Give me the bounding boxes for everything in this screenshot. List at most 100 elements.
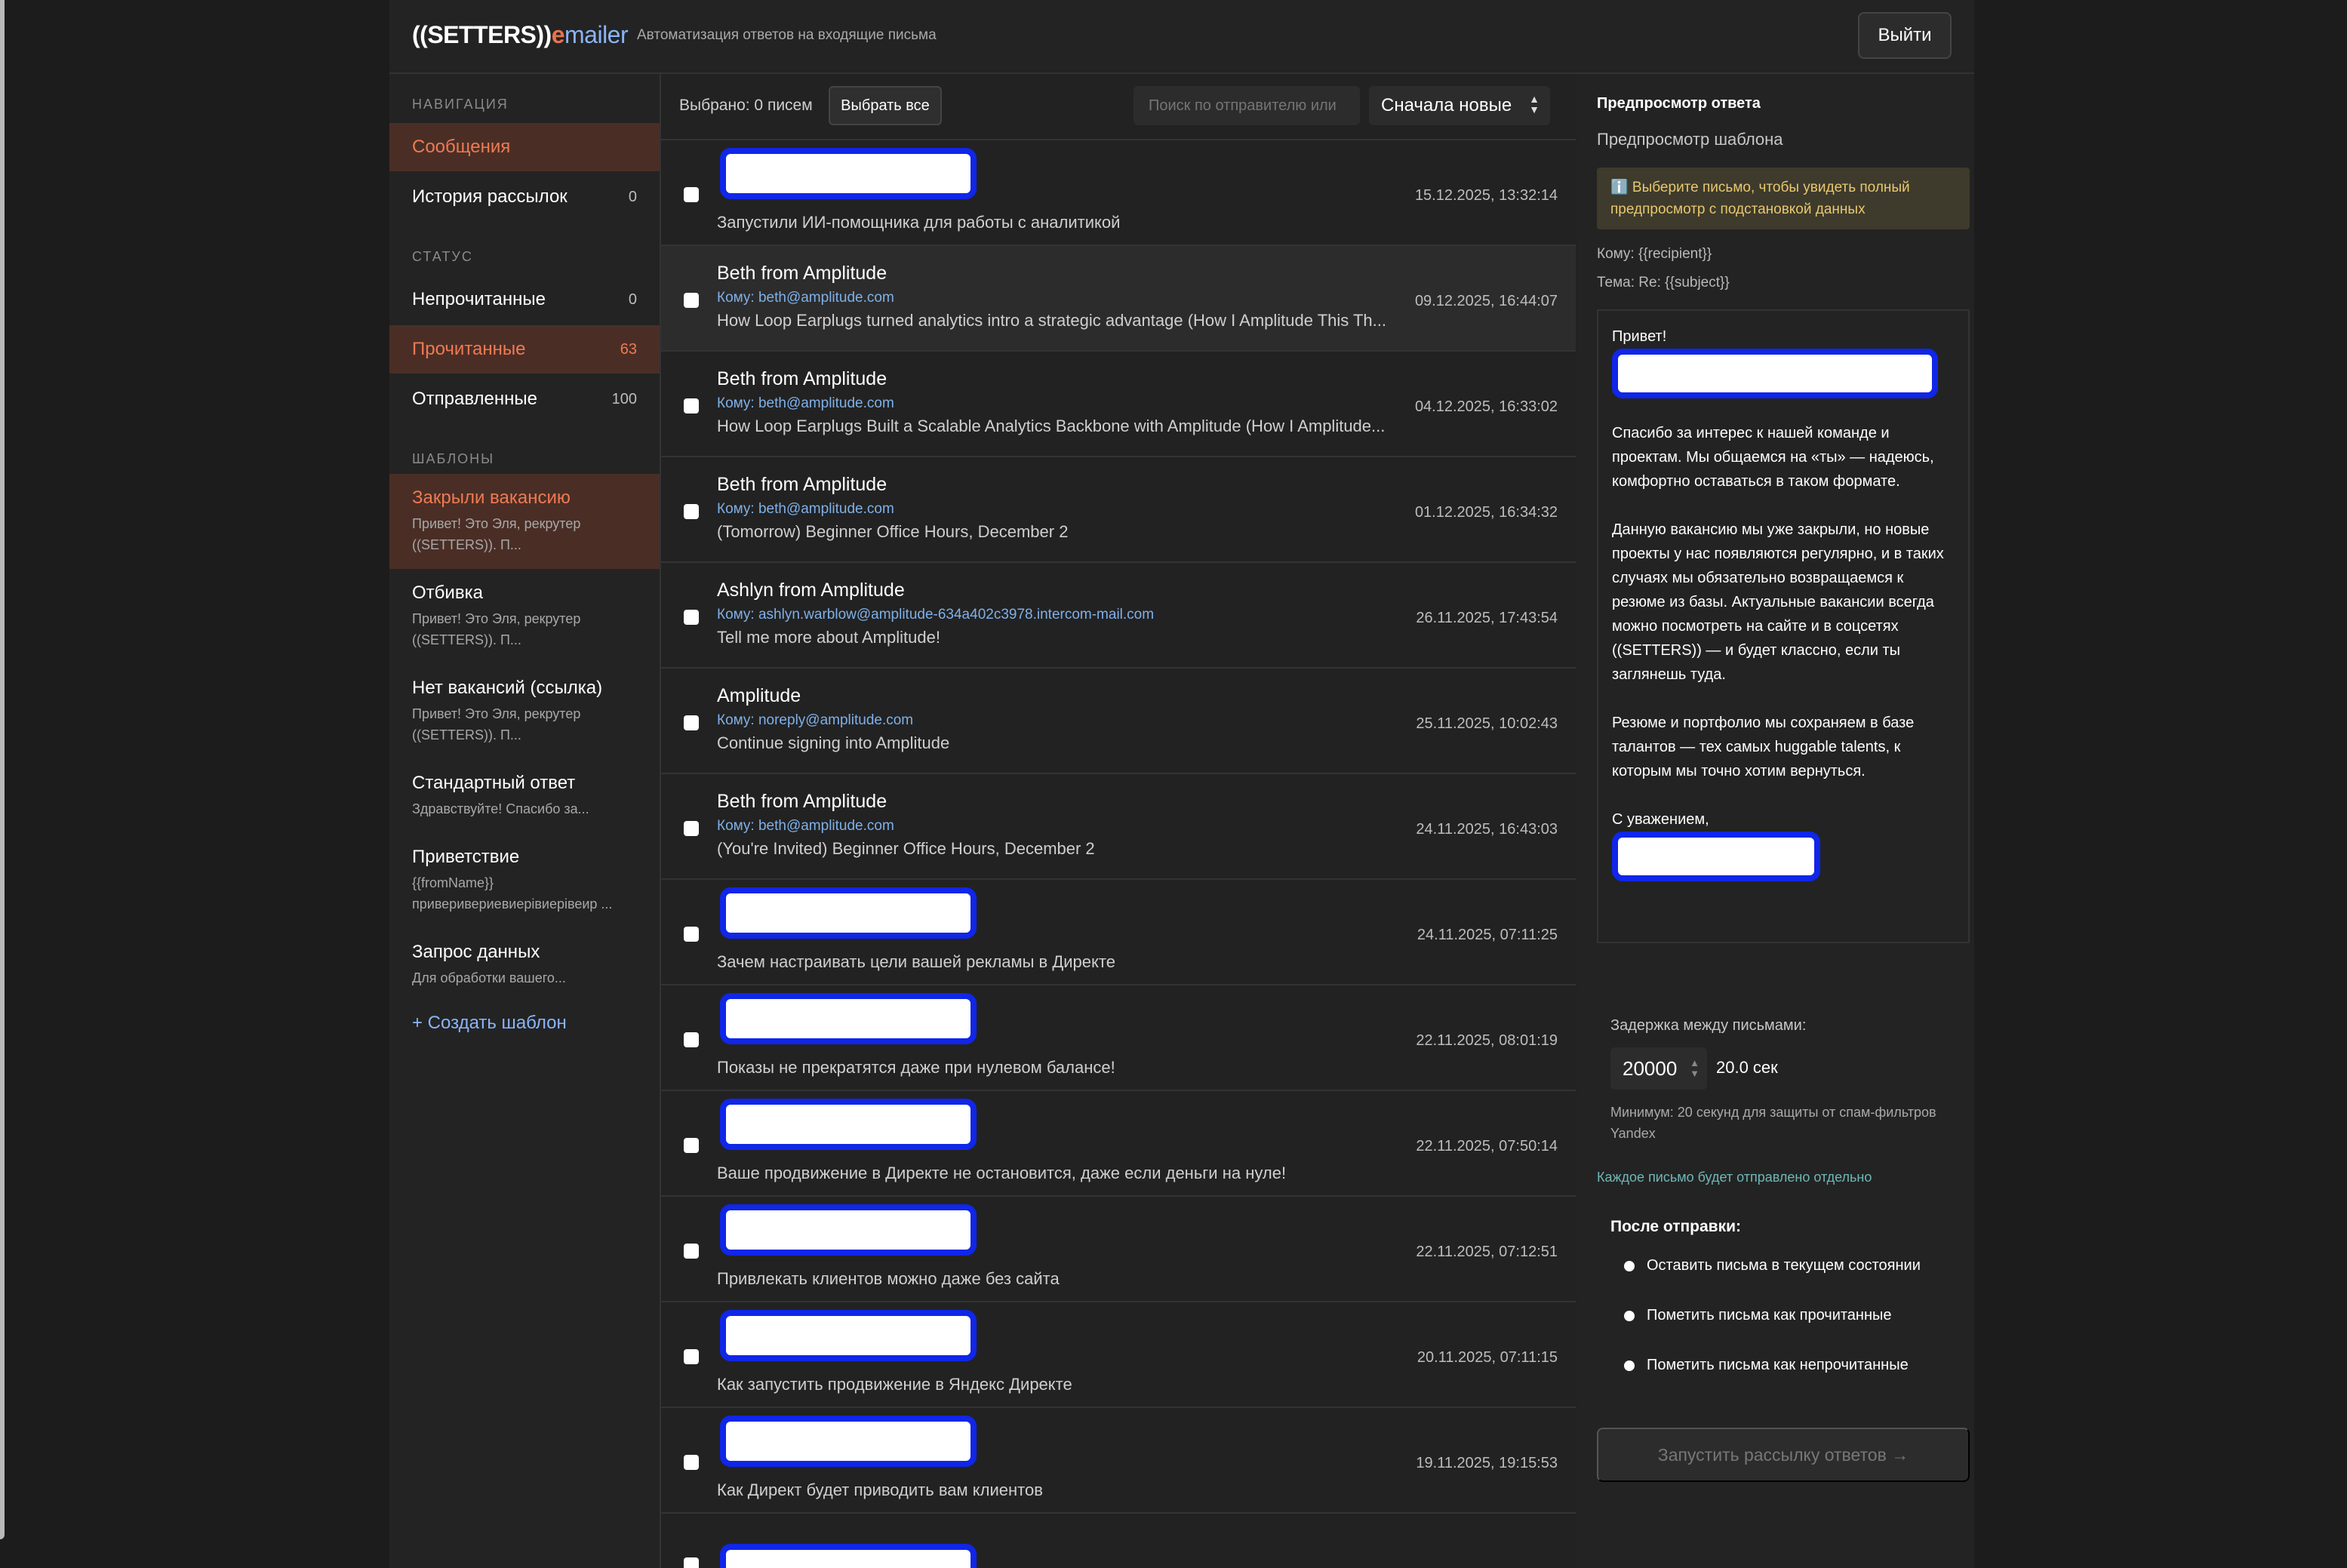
list-item[interactable]: Beth from Amplitude Кому: beth@amplitude… (661, 457, 1576, 563)
header: ((SETTERS))emailer Автоматизация ответов… (389, 0, 1974, 74)
preview-subtitle: Предпросмотр шаблона (1597, 130, 1783, 149)
list-item[interactable]: Привлекать клиентов можно даже без сайта… (661, 1197, 1576, 1302)
info-banner: ℹ️ Выберите письмо, чтобы увидеть полный… (1597, 168, 1970, 229)
list-item[interactable]: Ashlyn from Amplitude Кому: ashlyn.warbl… (661, 563, 1576, 669)
message-list: Выбрано: 0 писем Выбрать все Сначала нов… (661, 74, 1576, 1568)
letter-paragraph: Данную вакансию мы уже закрыли, но новые… (1612, 521, 1944, 683)
select-all-button[interactable]: Выбрать все (829, 86, 942, 125)
row-date: 20.11.2025, 07:11:15 (1417, 1349, 1558, 1366)
app-window: ((SETTERS))emailer Автоматизация ответов… (389, 0, 1974, 1568)
redacted-sender (720, 1416, 977, 1467)
logout-button[interactable]: Выйти (1858, 12, 1952, 59)
history-count: 0 (628, 188, 637, 205)
row-checkbox[interactable] (684, 187, 699, 202)
list-item[interactable]: Beth from Amplitude Кому: beth@amplitude… (661, 352, 1576, 457)
template-name: Стандартный ответ (412, 773, 576, 793)
logo: ((SETTERS))emailer (412, 21, 629, 48)
letter-greeting: Привет! (1612, 328, 1667, 345)
row-checkbox[interactable] (684, 1349, 699, 1364)
radio-mark-read[interactable]: Пометить письма как прочитанные (1624, 1307, 1892, 1324)
template-item[interactable]: Приветствие {{fromName}} приверивериевие… (389, 833, 660, 928)
row-checkbox[interactable] (684, 1455, 699, 1470)
list-toolbar: Выбрано: 0 писем Выбрать все Сначала нов… (661, 74, 1576, 140)
row-recipient: Кому: beth@amplitude.com (717, 395, 894, 411)
template-item[interactable]: Запрос данных Для обработки вашего... (389, 928, 660, 1002)
delay-input[interactable]: 20000 ▲ ▼ (1610, 1047, 1707, 1090)
unread-count: 0 (628, 291, 637, 308)
row-recipient: Кому: beth@amplitude.com (717, 501, 894, 517)
delay-value: 20000 (1623, 1056, 1678, 1080)
delay-label: Задержка между письмами: (1610, 1017, 1807, 1034)
row-checkbox[interactable] (684, 504, 699, 519)
preview-subject: Тема: Re: {{subject}} (1597, 275, 1730, 291)
letter-body: Привет! Спасибо за интерес к нашей коман… (1597, 309, 1970, 943)
row-recipient: Кому: noreply@amplitude.com (717, 712, 914, 728)
row-sender: Ashlyn from Amplitude (717, 580, 905, 601)
row-checkbox[interactable] (684, 1244, 699, 1259)
row-subject: (Tomorrow) Beginner Office Hours, Decemb… (717, 522, 1069, 541)
sidebar-item-unread[interactable]: Непрочитанные 0 (389, 275, 660, 324)
row-date: 04.12.2025, 16:33:02 (1414, 398, 1558, 415)
template-item[interactable]: Нет вакансий (ссылка) Привет! Это Эля, р… (389, 664, 660, 759)
sidebar-item-read[interactable]: Прочитанные 63 (389, 325, 660, 374)
template-item[interactable]: Закрыли вакансию Привет! Это Эля, рекрут… (389, 474, 660, 569)
radio-dot-icon (1624, 1360, 1635, 1371)
template-item[interactable]: Стандартный ответ Здравствуйте! Спасибо … (389, 759, 660, 833)
sort-select[interactable]: Сначала новые ▲ ▼ (1369, 86, 1550, 125)
launch-button[interactable]: Запустить рассылку ответов → (1597, 1428, 1970, 1482)
redacted-sender (720, 993, 977, 1044)
row-checkbox[interactable] (684, 398, 699, 414)
list-item[interactable]: Как запустить продвижение в Яндекс Дирек… (661, 1302, 1576, 1408)
row-checkbox[interactable] (684, 1032, 699, 1047)
after-send-title: После отправки: (1610, 1218, 1742, 1235)
row-subject: Continue signing into Amplitude (717, 733, 950, 752)
nav-section-title: НАВИГАЦИЯ (412, 97, 509, 112)
row-date: 15.12.2025, 13:32:14 (1414, 187, 1558, 204)
row-sender: Beth from Amplitude (717, 263, 887, 284)
row-checkbox[interactable] (684, 1557, 699, 1568)
window-edge (0, 0, 5, 1539)
list-item[interactable]: Показы не прекратятся даже при нулевом б… (661, 985, 1576, 1091)
row-recipient: Кому: beth@amplitude.com (717, 290, 894, 306)
row-subject: Показы не прекратятся даже при нулевом б… (717, 1058, 1115, 1077)
letter-signoff: С уважением, (1612, 811, 1709, 828)
list-item[interactable]: Запустили ИИ-помощника для работы с анал… (661, 140, 1576, 246)
row-checkbox[interactable] (684, 293, 699, 308)
redacted-signature (1612, 832, 1820, 881)
list-item[interactable]: Beth from Amplitude Кому: beth@amplitude… (661, 246, 1576, 352)
create-template-link[interactable]: + Создать шаблон (412, 1013, 567, 1034)
list-item[interactable]: Как Директ будет приводить вам клиентов … (661, 1408, 1576, 1514)
row-date: 25.11.2025, 10:02:43 (1416, 715, 1558, 732)
row-date: 22.11.2025, 07:12:51 (1416, 1244, 1558, 1260)
row-checkbox[interactable] (684, 610, 699, 625)
radio-keep-state[interactable]: Оставить письма в текущем состоянии (1624, 1257, 1921, 1274)
row-sender: Beth from Amplitude (717, 368, 887, 389)
list-item[interactable]: Зачем настраивать цели вашей рекламы в Д… (661, 880, 1576, 985)
preview-to: Кому: {{recipient}} (1597, 246, 1712, 262)
list-item[interactable]: Amplitude Кому: noreply@amplitude.com Co… (661, 669, 1576, 774)
sidebar-item-messages[interactable]: Сообщения (389, 123, 660, 171)
search-input[interactable] (1134, 86, 1360, 125)
spinner-icon[interactable]: ▲ ▼ (1690, 1058, 1699, 1079)
sidebar-item-sent[interactable]: Отправленные 100 (389, 375, 660, 423)
row-date: 01.12.2025, 16:34:32 (1414, 504, 1558, 521)
template-item[interactable]: Отбивка Привет! Это Эля, рекрутер ((SETT… (389, 569, 660, 664)
row-checkbox[interactable] (684, 715, 699, 730)
redacted-sender (720, 1544, 977, 1568)
template-desc: Привет! Это Эля, рекрутер ((SETTERS)). П… (412, 611, 581, 647)
row-subject: How Loop Earplugs turned analytics intro… (717, 311, 1386, 330)
row-subject: How Loop Earplugs Built a Scalable Analy… (717, 417, 1386, 435)
row-subject: Запустили ИИ-помощника для работы с анал… (717, 213, 1121, 232)
status-section-title: СТАТУС (412, 249, 473, 264)
row-checkbox[interactable] (684, 1138, 699, 1153)
template-desc: Привет! Это Эля, рекрутер ((SETTERS)). П… (412, 516, 581, 552)
row-checkbox[interactable] (684, 821, 699, 836)
row-subject: Зачем настраивать цели вашей рекламы в Д… (717, 952, 1115, 971)
sidebar-item-history[interactable]: История рассылок 0 (389, 173, 660, 221)
list-item[interactable] (661, 1514, 1576, 1568)
list-item[interactable]: Ваше продвижение в Директе не остановитс… (661, 1091, 1576, 1197)
radio-mark-unread[interactable]: Пометить письма как непрочитанные (1624, 1357, 1909, 1374)
row-checkbox[interactable] (684, 927, 699, 942)
row-date: 22.11.2025, 07:50:14 (1416, 1138, 1558, 1154)
list-item[interactable]: Beth from Amplitude Кому: beth@amplitude… (661, 774, 1576, 880)
